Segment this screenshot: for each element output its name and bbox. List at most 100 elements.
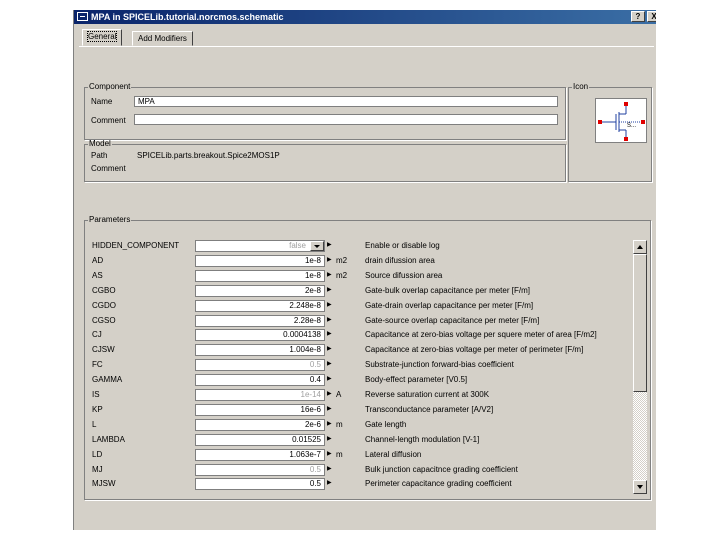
triangle-right-icon[interactable]: ▶ — [327, 404, 332, 415]
triangle-right-icon[interactable]: ▶ — [327, 300, 332, 311]
path-value: SPICELib.parts.breakout.Spice2MOS1P — [137, 151, 280, 160]
component-symbol-preview: S... — [595, 98, 647, 143]
param-row-mjsw: MJSW 0.5 ▶ Perimeter capacitance grading co… — [85, 477, 625, 492]
triangle-right-icon[interactable]: ▶ — [327, 329, 332, 340]
triangle-right-icon[interactable]: ▶ — [327, 270, 332, 281]
param-value-input[interactable]: 2.28e-8 — [195, 314, 325, 327]
param-description: Bulk junction capacitnce grading coeffic… — [365, 464, 518, 474]
triangle-right-icon[interactable]: ▶ — [327, 315, 332, 326]
triangle-right-icon[interactable]: ▶ — [327, 419, 332, 430]
scroll-down-button[interactable] — [633, 480, 647, 494]
param-value-input[interactable]: 0.5 — [195, 359, 325, 372]
param-name: L — [92, 419, 97, 429]
triangle-right-icon[interactable]: ▶ — [327, 344, 332, 355]
triangle-right-icon[interactable]: ▶ — [327, 359, 332, 370]
help-button[interactable]: ? — [631, 11, 645, 22]
param-row-hidden-component: HIDDEN_COMPONENT false ▶ Enable or disable … — [85, 239, 625, 254]
param-description: Gate-bulk overlap capacitance per meter … — [365, 285, 530, 295]
comment-input[interactable] — [134, 114, 558, 125]
param-description: Gate-drain overlap capacitance per meter… — [365, 300, 534, 310]
triangle-right-icon[interactable]: ▶ — [327, 240, 332, 251]
vertical-scrollbar[interactable] — [633, 240, 647, 494]
param-name: IS — [92, 390, 100, 399]
name-input[interactable] — [134, 96, 558, 107]
param-value-select[interactable]: false — [195, 240, 325, 252]
param-description: Channel-length modulation [V-1] — [365, 434, 480, 444]
tab-add-modifiers[interactable]: Add Modifiers — [132, 31, 193, 46]
triangle-right-icon[interactable]: ▶ — [327, 464, 332, 475]
comment-label: Comment — [91, 116, 126, 125]
param-value-input[interactable]: 2e-8 — [195, 284, 325, 297]
param-row-cgdo: CGDO 2.248e-8 ▶ Gate-drain overlap capacita… — [85, 299, 625, 314]
scroll-up-button[interactable] — [633, 240, 647, 254]
parameters-list: HIDDEN_COMPONENT false ▶ Enable or disable … — [85, 228, 650, 498]
model-group: Model — [84, 140, 566, 182]
param-value-input[interactable]: 1.063e-7 — [195, 448, 325, 461]
param-description: Capacitance at zero-bias voltage per met… — [365, 345, 584, 355]
title-bar[interactable]: MPA in SPICELib.tutorial.norcmos.schemat… — [74, 10, 656, 24]
param-value-input[interactable]: 0.5 — [195, 463, 325, 476]
param-row-cgso: CGSO 2.28e-8 ▶ Gate-source overlap capacita… — [85, 314, 625, 329]
param-name: CGBO — [92, 285, 116, 295]
close-button[interactable]: X — [647, 11, 656, 22]
param-value-input[interactable]: 0.4 — [195, 374, 325, 387]
param-name: CGDO — [92, 300, 116, 310]
chevron-down-icon[interactable] — [310, 241, 324, 251]
param-description: Reverse saturation current at 300K — [365, 390, 490, 399]
param-row-kp: KP 16e-6 ▶ Transconductance parameter [A/V2… — [85, 403, 625, 418]
tab-separator — [79, 46, 654, 47]
param-row-lambda: LAMBDA 0.01525 ▶ Channel-length modulation … — [85, 433, 625, 448]
tab-general-label: General — [86, 31, 118, 42]
model-legend: Model — [89, 139, 111, 148]
param-description: Lateral diffusion — [365, 449, 422, 459]
param-value-input[interactable]: 16e-6 — [195, 403, 325, 416]
param-unit: m2 — [336, 255, 348, 265]
param-value-input[interactable]: 2e-6 — [195, 418, 325, 431]
param-row-is: IS 1e-14 ▶ A Reverse saturation current at 3… — [85, 388, 625, 403]
triangle-right-icon[interactable]: ▶ — [327, 434, 332, 445]
triangle-right-icon[interactable]: ▶ — [327, 478, 332, 489]
param-row-ld: LD 1.063e-7 ▶ m Lateral diffusion — [85, 448, 625, 463]
mosfet-symbol-icon: S... — [598, 102, 645, 141]
triangle-right-icon[interactable]: ▶ — [327, 285, 332, 296]
param-unit: m — [336, 419, 343, 429]
param-value-input[interactable]: 0.0004138 — [195, 329, 325, 342]
param-name: MJ — [92, 464, 103, 474]
param-row-cj: CJ 0.0004138 ▶ Capacitance at zero-bias vol… — [85, 328, 625, 343]
triangle-right-icon[interactable]: ▶ — [327, 374, 332, 385]
param-value-input[interactable]: 0.5 — [195, 478, 325, 491]
param-unit: m — [336, 449, 343, 459]
param-description: Body-effect parameter [V0.5] — [365, 375, 468, 385]
param-name: LD — [92, 449, 103, 459]
param-description: Gate-source overlap capacitance per mete… — [365, 315, 540, 325]
properties-dialog: MPA in SPICELib.tutorial.norcmos.schemat… — [73, 10, 656, 530]
param-name: MJSW — [92, 479, 116, 489]
param-unit: m2 — [336, 270, 348, 280]
param-name: LAMBDA — [92, 434, 125, 444]
param-row-mj: MJ 0.5 ▶ Bulk junction capacitnce grading c… — [85, 463, 625, 478]
scroll-thumb[interactable] — [633, 254, 647, 392]
param-name: AD — [92, 255, 104, 265]
name-label: Name — [91, 97, 113, 106]
component-group: Component — [84, 83, 566, 140]
param-value-input[interactable]: 1.004e-8 — [195, 344, 325, 357]
param-description: Source difussion area — [365, 270, 443, 280]
icon-legend: Icon — [573, 82, 589, 91]
param-description: Substrate-junction forward-bias coeffici… — [365, 360, 514, 370]
param-value-input[interactable]: 1e-8 — [195, 254, 325, 267]
tab-add-modifiers-label: Add Modifiers — [138, 34, 187, 43]
triangle-right-icon[interactable]: ▶ — [327, 255, 332, 266]
param-value-input[interactable]: 0.01525 — [195, 433, 325, 446]
triangle-right-icon[interactable]: ▶ — [327, 449, 332, 460]
param-value-input[interactable]: 2.248e-8 — [195, 299, 325, 312]
param-name: GAMMA — [92, 375, 123, 385]
param-name: CGSO — [92, 315, 116, 325]
param-value-input[interactable]: 1e-8 — [195, 269, 325, 282]
param-description: Gate length — [365, 419, 407, 429]
param-name: KP — [92, 404, 103, 414]
param-name: CJSW — [92, 345, 115, 355]
param-value-input[interactable]: 1e-14 — [195, 389, 325, 401]
triangle-right-icon[interactable]: ▶ — [327, 389, 332, 400]
tab-general[interactable]: General — [82, 29, 123, 46]
param-name: CJ — [92, 330, 102, 340]
